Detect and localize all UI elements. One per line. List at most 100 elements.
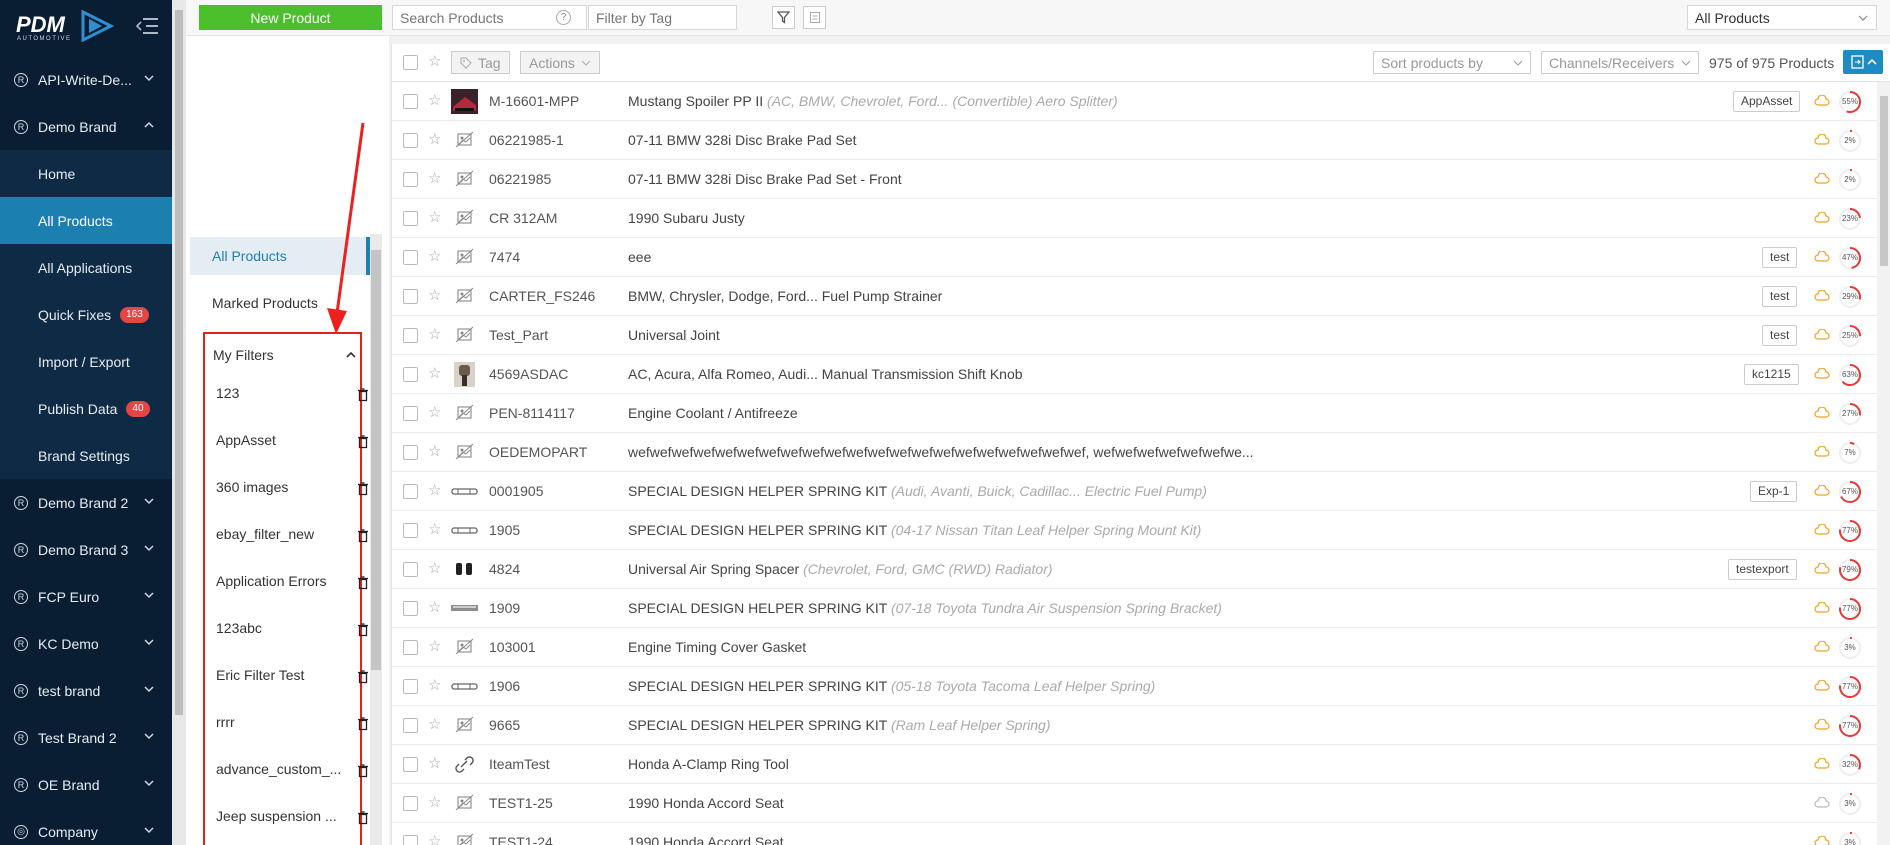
sidebar-group[interactable]: R Demo Brand bbox=[0, 103, 172, 150]
product-sku[interactable]: 4569ASDAC bbox=[489, 366, 568, 382]
row-checkbox[interactable] bbox=[403, 133, 418, 148]
sidebar-scrollbar[interactable] bbox=[172, 0, 186, 845]
cloud-icon[interactable] bbox=[1814, 563, 1830, 575]
product-name[interactable]: Mustang Spoiler PP II (AC, BMW, Chevrole… bbox=[628, 93, 1118, 109]
cloud-icon[interactable] bbox=[1814, 758, 1830, 770]
product-name[interactable]: SPECIAL DESIGN HELPER SPRING KIT (05-18 … bbox=[628, 678, 1155, 694]
star-icon[interactable]: ☆ bbox=[428, 52, 441, 70]
star-icon[interactable]: ☆ bbox=[428, 559, 441, 577]
row-checkbox[interactable] bbox=[403, 250, 418, 265]
product-sku[interactable]: CARTER_FS246 bbox=[489, 288, 595, 304]
sidebar-item[interactable]: Import / Export bbox=[0, 338, 172, 385]
chevron-up-icon[interactable] bbox=[346, 350, 356, 360]
row-checkbox[interactable] bbox=[403, 445, 418, 460]
new-product-button[interactable]: New Product bbox=[199, 5, 382, 30]
cloud-icon[interactable] bbox=[1814, 251, 1830, 263]
table-row[interactable]: ☆ 103001 Engine Timing Cover Gasket 3% bbox=[392, 628, 1890, 667]
table-row[interactable]: ☆ 1905 SPECIAL DESIGN HELPER SPRING KIT (0… bbox=[392, 511, 1890, 550]
product-name[interactable]: Engine Timing Cover Gasket bbox=[628, 639, 806, 655]
row-checkbox[interactable] bbox=[403, 289, 418, 304]
star-icon[interactable]: ☆ bbox=[428, 208, 441, 226]
sidebar-group[interactable]: R FCP Euro bbox=[0, 573, 172, 620]
filter-scroll-thumb[interactable] bbox=[371, 250, 381, 670]
export-toggle-button[interactable] bbox=[1843, 50, 1883, 74]
tag-button[interactable]: Tag bbox=[451, 51, 510, 74]
star-icon[interactable]: ☆ bbox=[428, 754, 441, 772]
cloud-icon[interactable] bbox=[1814, 797, 1830, 809]
trash-icon[interactable] bbox=[357, 576, 369, 590]
star-icon[interactable]: ☆ bbox=[428, 442, 441, 460]
row-checkbox[interactable] bbox=[403, 406, 418, 421]
cloud-icon[interactable] bbox=[1814, 680, 1830, 692]
trash-icon[interactable] bbox=[357, 670, 369, 684]
row-checkbox[interactable] bbox=[403, 757, 418, 772]
trash-icon[interactable] bbox=[357, 529, 369, 543]
table-row[interactable]: ☆ 4569ASDAC AC, Acura, Alfa Romeo, Audi...… bbox=[392, 355, 1890, 394]
star-icon[interactable]: ☆ bbox=[428, 715, 441, 733]
product-sku[interactable]: M-16601-MPP bbox=[489, 93, 579, 109]
star-icon[interactable]: ☆ bbox=[428, 637, 441, 655]
product-name[interactable]: 07-11 BMW 328i Disc Brake Pad Set - Fron… bbox=[628, 171, 902, 187]
product-name[interactable]: Engine Coolant / Antifreeze bbox=[628, 405, 798, 421]
table-row[interactable]: ☆ TEST1-24 1990 Honda Accord Seat 3% bbox=[392, 823, 1890, 845]
product-name[interactable]: Honda A-Clamp Ring Tool bbox=[628, 756, 789, 772]
product-sku[interactable]: CR 312AM bbox=[489, 210, 557, 226]
star-icon[interactable]: ☆ bbox=[428, 520, 441, 538]
table-row[interactable]: ☆ 4824 Universal Air Spring Spacer (Chevro… bbox=[392, 550, 1890, 589]
product-sku[interactable]: 9665 bbox=[489, 717, 520, 733]
product-tag[interactable]: test bbox=[1762, 325, 1798, 346]
row-checkbox[interactable] bbox=[403, 367, 418, 382]
sidebar-group[interactable]: R Demo Brand 2 bbox=[0, 479, 172, 526]
sidebar-item[interactable]: Home bbox=[0, 150, 172, 197]
saved-filter-item[interactable]: Application Errors bbox=[216, 573, 346, 595]
product-name[interactable]: 1990 Honda Accord Seat bbox=[628, 795, 784, 811]
trash-icon[interactable] bbox=[357, 482, 369, 496]
trash-icon[interactable] bbox=[357, 388, 369, 402]
product-name[interactable]: 1990 Honda Accord Seat bbox=[628, 834, 784, 845]
product-sku[interactable]: 1905 bbox=[489, 522, 520, 538]
trash-icon[interactable] bbox=[357, 811, 369, 825]
product-tag[interactable]: kc1215 bbox=[1744, 364, 1799, 385]
row-checkbox[interactable] bbox=[403, 484, 418, 499]
actions-button[interactable]: Actions bbox=[520, 51, 600, 74]
filter-scrollbar[interactable] bbox=[370, 234, 382, 845]
star-icon[interactable]: ☆ bbox=[428, 793, 441, 811]
product-name[interactable]: 07-11 BMW 328i Disc Brake Pad Set bbox=[628, 132, 857, 148]
product-tag[interactable]: test bbox=[1762, 286, 1798, 307]
table-row[interactable]: ☆ CR 312AM 1990 Subaru Justy 23% bbox=[392, 199, 1890, 238]
cloud-icon[interactable] bbox=[1814, 407, 1830, 419]
sidebar-group[interactable]: ◎ Company bbox=[0, 808, 172, 845]
sidebar-scroll-thumb[interactable] bbox=[175, 10, 183, 715]
filter-all-products[interactable]: All Products bbox=[190, 237, 370, 275]
product-sku[interactable]: PEN-8114117 bbox=[489, 405, 575, 421]
star-icon[interactable]: ☆ bbox=[428, 364, 441, 382]
sidebar-item[interactable]: All Products bbox=[0, 197, 172, 244]
star-icon[interactable]: ☆ bbox=[428, 286, 441, 304]
product-sku[interactable]: OEDEMOPART bbox=[489, 444, 587, 460]
trash-icon[interactable] bbox=[357, 717, 369, 731]
cloud-icon[interactable] bbox=[1814, 173, 1830, 185]
product-sku[interactable]: 103001 bbox=[489, 639, 536, 655]
product-name[interactable]: eee bbox=[628, 249, 651, 265]
product-name[interactable]: AC, Acura, Alfa Romeo, Audi... Manual Tr… bbox=[628, 366, 1023, 382]
trash-icon[interactable] bbox=[357, 435, 369, 449]
saved-filter-item[interactable]: ebay_filter_new bbox=[216, 526, 346, 548]
cloud-icon[interactable] bbox=[1814, 212, 1830, 224]
product-sku[interactable]: 06221985 bbox=[489, 171, 551, 187]
product-sku[interactable]: IteamTest bbox=[489, 756, 550, 772]
row-checkbox[interactable] bbox=[403, 523, 418, 538]
trash-icon[interactable] bbox=[357, 764, 369, 778]
row-checkbox[interactable] bbox=[403, 94, 418, 109]
row-checkbox[interactable] bbox=[403, 679, 418, 694]
list-scrollbar[interactable] bbox=[1877, 82, 1890, 845]
cloud-icon[interactable] bbox=[1814, 134, 1830, 146]
saved-filter-item[interactable]: Jeep suspension ... bbox=[216, 808, 346, 830]
product-name[interactable]: Universal Air Spring Spacer (Chevrolet, … bbox=[628, 561, 1053, 577]
star-icon[interactable]: ☆ bbox=[428, 247, 441, 265]
product-name[interactable]: SPECIAL DESIGN HELPER SPRING KIT (04-17 … bbox=[628, 522, 1201, 538]
pdm-logo[interactable]: PDM AUTOMOTIVE bbox=[16, 10, 116, 42]
channels-select[interactable]: Channels/Receivers bbox=[1541, 51, 1699, 74]
product-sku[interactable]: 4824 bbox=[489, 561, 520, 577]
row-checkbox[interactable] bbox=[403, 796, 418, 811]
star-icon[interactable]: ☆ bbox=[428, 91, 441, 109]
